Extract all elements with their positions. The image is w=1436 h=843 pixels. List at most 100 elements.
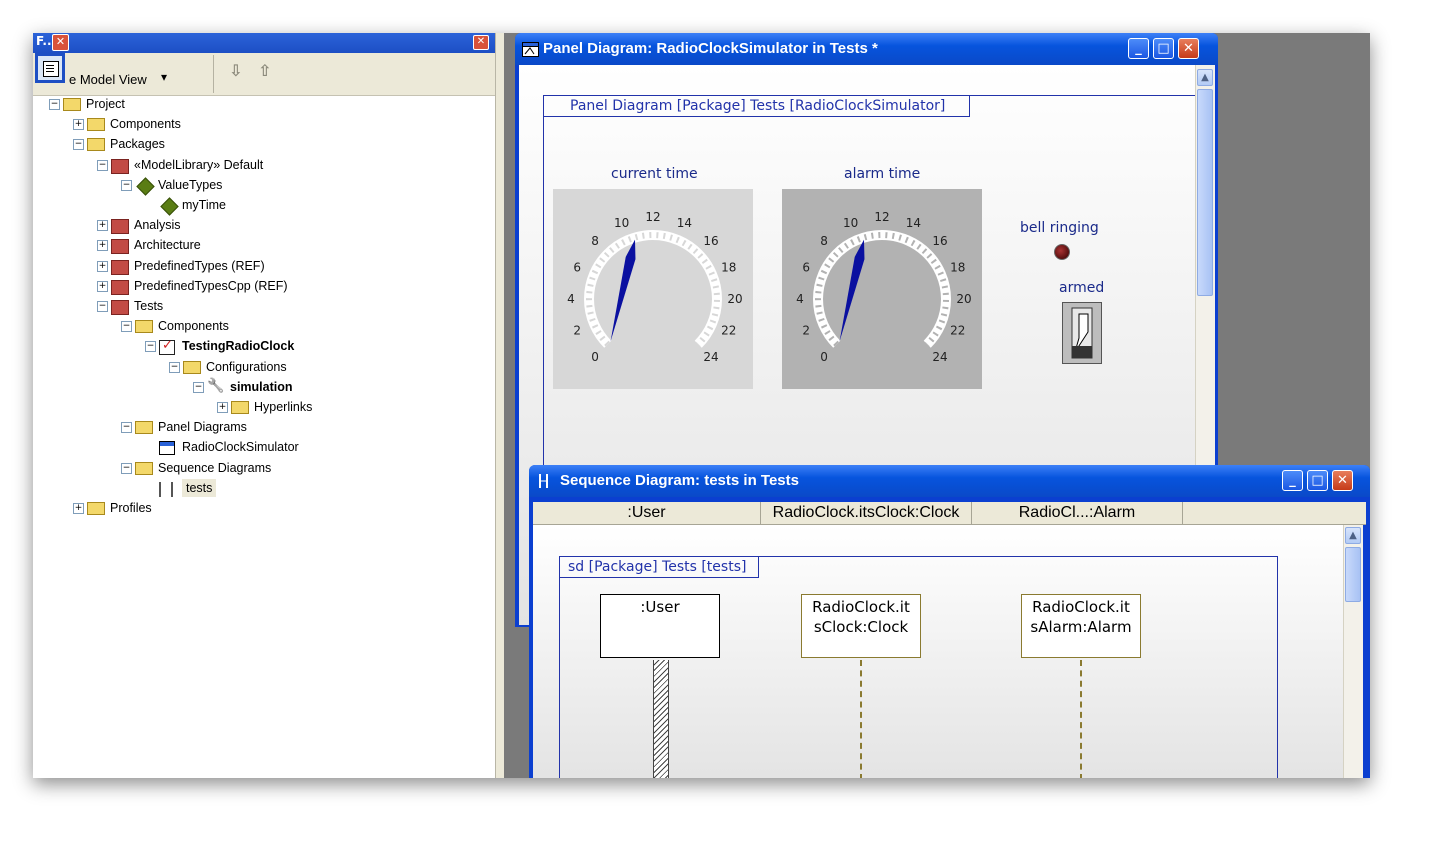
close-button[interactable]: ✕ bbox=[1178, 38, 1199, 59]
tree-item-label[interactable]: Architecture bbox=[134, 236, 201, 254]
browser-splitter[interactable] bbox=[495, 33, 504, 778]
tree-item-label[interactable]: Profiles bbox=[110, 499, 152, 517]
sequence-vertical-scrollbar[interactable]: ▲ bbox=[1343, 525, 1363, 778]
gauge-tick-label: 24 bbox=[703, 350, 718, 364]
sequence-frame-label: sd [Package] Tests [tests] bbox=[560, 557, 760, 578]
maximize-button[interactable]: □ bbox=[1153, 38, 1174, 59]
close-button[interactable]: ✕ bbox=[1332, 470, 1353, 491]
current-time-gauge[interactable]: 0246810 12 141618202224 bbox=[553, 189, 753, 389]
tree-expander-14[interactable]: − bbox=[193, 381, 204, 393]
browser-titlebar: F.. ✕ ✕ bbox=[33, 33, 495, 53]
folder-icon bbox=[87, 502, 105, 515]
tree-expander-13[interactable]: − bbox=[169, 361, 180, 373]
gauge-tick-label: 4 bbox=[796, 292, 804, 306]
tree-expander-18[interactable]: − bbox=[121, 462, 132, 474]
gauge-tick-label: 0 bbox=[820, 350, 828, 364]
folder-icon bbox=[135, 461, 153, 475]
tree-expander-11[interactable]: − bbox=[121, 321, 132, 333]
tree-expander-0[interactable]: − bbox=[49, 99, 60, 110]
browser-title: F.. bbox=[36, 34, 52, 48]
gauge-tick-label: 14 bbox=[906, 216, 921, 230]
gauge-tick-label: 20 bbox=[727, 292, 742, 306]
tree-expander-15[interactable]: + bbox=[217, 402, 228, 413]
nav-up-icon[interactable]: ⇧ bbox=[258, 61, 271, 80]
tree-item-label[interactable]: TestingRadioClock bbox=[182, 337, 294, 355]
gauge-tick-label: 14 bbox=[677, 216, 692, 230]
scroll-up-icon[interactable]: ▲ bbox=[1197, 69, 1213, 86]
minimize-button[interactable]: _ bbox=[1128, 38, 1149, 59]
header-cell-user[interactable]: :User bbox=[533, 502, 761, 524]
tree-expander-20[interactable]: + bbox=[73, 503, 84, 514]
lifeline-clock[interactable]: RadioClock.it sClock:Clock bbox=[801, 594, 921, 658]
lifeline-alarm-line1: RadioClock.it bbox=[1032, 598, 1130, 616]
tree-expander-12[interactable]: − bbox=[145, 341, 156, 353]
armed-label: armed bbox=[1059, 280, 1105, 296]
value-type-icon bbox=[160, 197, 179, 216]
panel-window-titlebar[interactable]: Panel Diagram: RadioClockSimulator in Te… bbox=[515, 33, 1218, 65]
sequence-diagram-icon bbox=[539, 474, 548, 488]
tree-expander-3[interactable]: − bbox=[97, 159, 108, 171]
tree-expander-6[interactable]: + bbox=[97, 220, 108, 232]
browser-toolbar: e Model View ▾ ⇩ ⇧ bbox=[33, 53, 495, 96]
tree-item-label[interactable]: myTime bbox=[182, 196, 226, 214]
tree-item-label[interactable]: Sequence Diagrams bbox=[158, 459, 271, 477]
tree-item-label[interactable]: Packages bbox=[110, 135, 165, 153]
gauge-tick-label: 6 bbox=[802, 261, 810, 275]
scroll-thumb[interactable] bbox=[1345, 547, 1361, 602]
component-icon: ✓ bbox=[159, 338, 175, 356]
tree-expander-7[interactable]: + bbox=[97, 240, 108, 252]
tree-item-label[interactable]: Analysis bbox=[134, 216, 181, 234]
browser-close-icon[interactable]: ✕ bbox=[52, 34, 69, 51]
tree-item-label[interactable]: Hyperlinks bbox=[254, 398, 312, 416]
folder-icon bbox=[135, 320, 153, 334]
view-dropdown-icon[interactable]: ▾ bbox=[161, 70, 167, 84]
tree-item-label[interactable]: Components bbox=[110, 115, 181, 133]
lifeline-alarm[interactable]: RadioClock.it sAlarm:Alarm bbox=[1021, 594, 1141, 658]
tree-item-label[interactable]: Project bbox=[86, 95, 125, 113]
model-browser: F.. ✕ ✕ e Model View ▾ ⇩ ⇧ − Project + Comp… bbox=[33, 33, 495, 778]
tree-item-label[interactable]: tests bbox=[182, 478, 217, 497]
tree-item-label[interactable]: Configurations bbox=[206, 358, 287, 376]
alarm-time-gauge[interactable]: 0246810 12 141618202224 bbox=[782, 189, 982, 389]
scroll-thumb[interactable] bbox=[1197, 89, 1213, 296]
tree-item-label[interactable]: Components bbox=[158, 317, 229, 335]
tree-item-label[interactable]: RadioClockSimulator bbox=[182, 438, 299, 456]
activation-bar bbox=[653, 660, 669, 778]
tree-expander-9[interactable]: + bbox=[97, 280, 108, 292]
tree-expander-4[interactable]: − bbox=[121, 179, 132, 191]
gauge-tick-label: 22 bbox=[950, 323, 965, 337]
minimize-button[interactable]: _ bbox=[1282, 470, 1303, 491]
scroll-up-icon[interactable]: ▲ bbox=[1345, 527, 1361, 544]
tree-expander-1[interactable]: + bbox=[73, 119, 84, 131]
browser-panel-close-icon[interactable]: ✕ bbox=[473, 35, 489, 50]
nav-back-icon[interactable]: ⇩ bbox=[229, 61, 242, 80]
maximize-button[interactable]: □ bbox=[1307, 470, 1328, 491]
tree-expander-16[interactable]: − bbox=[121, 422, 132, 434]
armed-toggle-switch[interactable] bbox=[1062, 302, 1102, 364]
tree-item-label[interactable]: Tests bbox=[134, 297, 163, 315]
tree-expander-8[interactable]: + bbox=[97, 260, 108, 272]
header-cell-alarm[interactable]: RadioCl...:Alarm bbox=[972, 502, 1183, 524]
gauge-tick-label: 4 bbox=[567, 292, 575, 306]
tree-expander-2[interactable]: − bbox=[73, 139, 84, 151]
toolbar-divider bbox=[213, 55, 214, 93]
tree-item-label[interactable]: Panel Diagrams bbox=[158, 418, 247, 436]
tree-item-label[interactable]: «ModelLibrary» Default bbox=[134, 156, 263, 174]
gauge-tick-label: 0 bbox=[591, 350, 599, 364]
tree-item-label[interactable]: simulation bbox=[230, 378, 293, 396]
tree-expander-10[interactable]: − bbox=[97, 301, 108, 312]
lifeline-clock-line2: sClock:Clock bbox=[813, 618, 909, 636]
lifeline-user[interactable]: :User bbox=[600, 594, 720, 658]
gauge-tick-label: 10 bbox=[843, 216, 858, 230]
tree-item-label[interactable]: PredefinedTypes (REF) bbox=[134, 257, 265, 275]
sequence-window-titlebar[interactable]: Sequence Diagram: tests in Tests _ □ ✕ bbox=[529, 465, 1370, 497]
gauge-tick-label: 24 bbox=[932, 350, 947, 364]
tree-item-label[interactable]: ValueTypes bbox=[158, 176, 222, 194]
view-selector-label[interactable]: e Model View bbox=[69, 72, 147, 87]
tree-item-label[interactable]: PredefinedTypesCpp (REF) bbox=[134, 277, 288, 295]
panel-frame-label: Panel Diagram [Package] Tests [RadioCloc… bbox=[544, 96, 971, 117]
sequence-canvas: sd [Package] Tests [tests] :User RadioCl… bbox=[533, 525, 1343, 778]
browser-view-icon[interactable] bbox=[35, 53, 65, 83]
folder-icon bbox=[135, 421, 153, 435]
header-cell-clock[interactable]: RadioClock.itsClock:Clock bbox=[761, 502, 972, 524]
